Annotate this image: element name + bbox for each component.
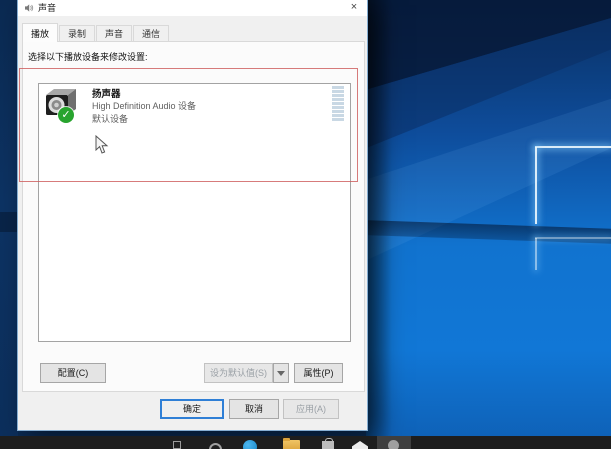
chevron-down-icon — [277, 371, 285, 376]
device-list[interactable]: ✓ 扬声器 High Definition Audio 设备 默认设备 — [38, 83, 351, 342]
set-default-dropdown-button[interactable] — [273, 363, 289, 383]
device-name: 扬声器 — [92, 86, 121, 100]
tab-sounds[interactable]: 声音 — [96, 25, 132, 42]
tab-recording[interactable]: 录制 — [59, 25, 95, 42]
device-item-speakers[interactable]: ✓ 扬声器 High Definition Audio 设备 默认设备 — [39, 84, 350, 124]
file-explorer-icon[interactable] — [283, 440, 300, 449]
ok-button[interactable]: 确定 — [160, 399, 224, 419]
device-description: High Definition Audio 设备 — [92, 99, 196, 112]
properties-button[interactable]: 属性(P) — [294, 363, 343, 383]
edge-browser-icon[interactable] — [243, 440, 257, 449]
tab-communications[interactable]: 通信 — [133, 25, 169, 42]
cortana-icon[interactable] — [209, 443, 222, 449]
wallpaper-window-glow-line — [535, 146, 611, 148]
tray-window-icon[interactable] — [173, 441, 181, 449]
dialog-titlebar[interactable]: 声音 × — [18, 0, 367, 16]
wallpaper-dark-band-left — [0, 212, 18, 232]
cancel-button[interactable]: 取消 — [229, 399, 279, 419]
close-icon[interactable]: × — [343, 0, 365, 15]
instruction-text: 选择以下播放设备来修改设置: — [28, 50, 148, 63]
dialog-drop-shadow — [366, 0, 392, 449]
default-device-check-icon: ✓ — [58, 107, 74, 123]
desktop-wallpaper-left — [0, 0, 18, 449]
configure-button[interactable]: 配置(C) — [40, 363, 106, 383]
sound-dialog: 声音 × 播放 录制 声音 通信 选择以下播放设备来修改设置: — [17, 0, 368, 431]
device-status: 默认设备 — [92, 112, 128, 125]
store-icon[interactable] — [322, 441, 334, 449]
taskbar — [0, 436, 611, 449]
volume-level-meter — [332, 86, 344, 122]
mouse-cursor — [95, 135, 109, 155]
playback-tab-page: 选择以下播放设备来修改设置: ✓ 扬声器 High Definition Aud… — [22, 41, 365, 392]
tab-playback[interactable]: 播放 — [22, 23, 58, 42]
set-default-button[interactable]: 设为默认值(S) — [204, 363, 273, 383]
active-app-taskbar-button[interactable] — [377, 436, 411, 449]
wallpaper-window-glow-line — [535, 147, 537, 224]
wallpaper-window-glow-line — [535, 238, 537, 270]
speaker-icon — [24, 3, 34, 13]
dialog-title: 声音 — [38, 0, 56, 16]
wallpaper-window-glow-line — [535, 237, 611, 239]
mail-icon[interactable] — [352, 441, 368, 449]
active-app-icon — [388, 440, 399, 449]
apply-button[interactable]: 应用(A) — [283, 399, 339, 419]
tabstrip: 播放 录制 声音 通信 — [22, 23, 170, 42]
desktop-wallpaper — [366, 0, 611, 449]
desktop: 声音 × 播放 录制 声音 通信 选择以下播放设备来修改设置: — [0, 0, 611, 449]
